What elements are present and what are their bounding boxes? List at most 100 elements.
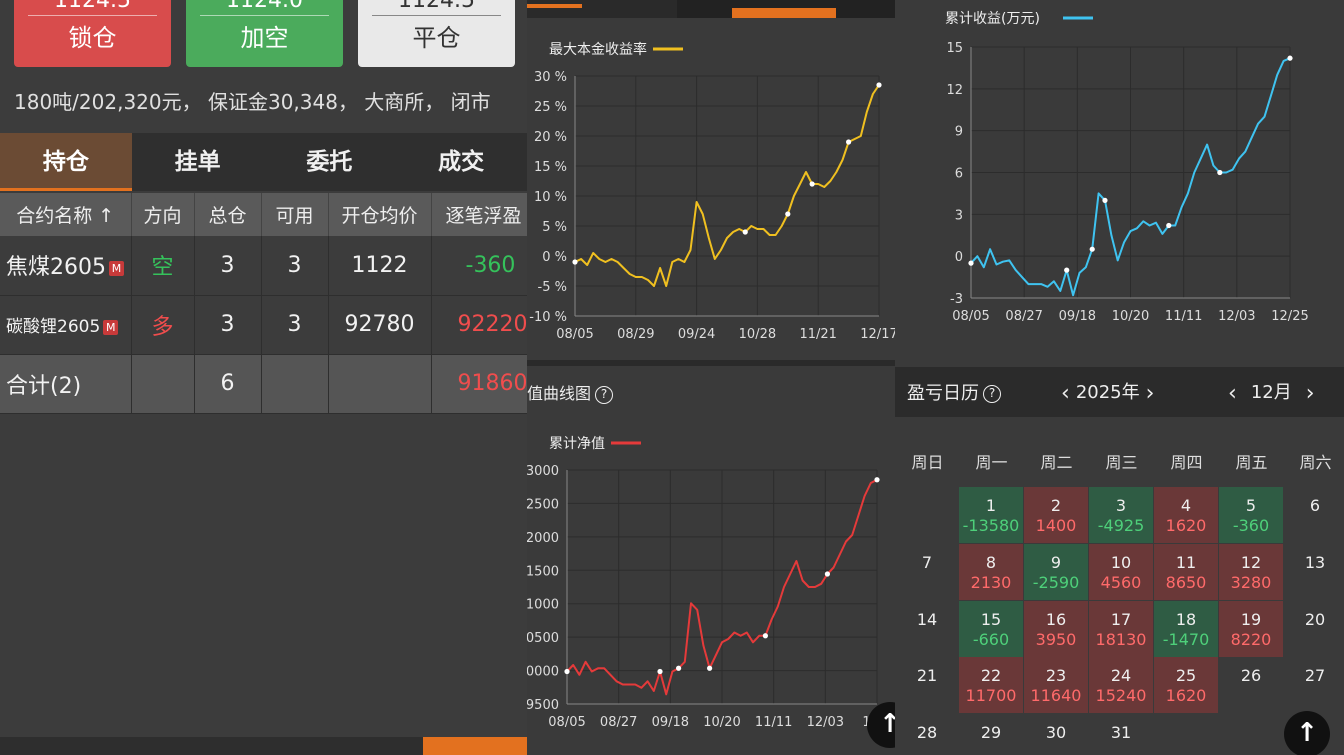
x-tick-label: 08/27 bbox=[1005, 309, 1042, 324]
tab-positions[interactable]: 持仓 bbox=[0, 133, 132, 191]
tab-trades[interactable]: 成交 bbox=[395, 133, 527, 191]
data-point-marker bbox=[1089, 246, 1095, 252]
calendar-day-cell[interactable]: 16 3950 bbox=[1024, 601, 1088, 657]
calendar-day-pnl: -1470 bbox=[1162, 630, 1210, 649]
net-value-chart: 累计净值 3000 2500 2000 1500 1000 0500 0000 9500 08/0… bbox=[527, 436, 892, 730]
x-tick-label: 09/18 bbox=[652, 715, 689, 730]
chart-legend-label: 累计净值 bbox=[549, 436, 605, 452]
data-point-marker bbox=[1217, 169, 1223, 176]
top-tab-indicator bbox=[527, 4, 582, 8]
data-point-marker bbox=[785, 211, 791, 217]
tab-pending[interactable]: 挂单 bbox=[132, 133, 264, 191]
calendar-day-number: 29 bbox=[980, 723, 1002, 742]
calendar-day-cell[interactable]: 21 bbox=[895, 657, 959, 713]
calendar-day-number: 21 bbox=[916, 666, 938, 685]
calendar-day-cell[interactable]: 13 bbox=[1283, 544, 1344, 600]
y-tick-label: 3 bbox=[955, 208, 963, 223]
data-point-marker bbox=[1064, 267, 1070, 273]
calendar-day-cell[interactable]: 28 bbox=[895, 714, 959, 755]
total-dir-empty bbox=[131, 354, 195, 414]
y-tick-label: 3000 bbox=[527, 464, 559, 479]
calendar-day-pnl: -360 bbox=[1232, 516, 1270, 535]
y-tick-label: 0 % bbox=[542, 250, 567, 265]
pnl-cell: -360 bbox=[431, 236, 527, 296]
calendar-title: 盈亏日历? bbox=[907, 379, 1001, 405]
calendar-day-pnl: 4560 bbox=[1100, 573, 1142, 592]
calendar-day-cell[interactable]: 9 -2590 bbox=[1024, 544, 1088, 600]
calendar-day-cell[interactable]: 15 -660 bbox=[959, 601, 1023, 657]
col-contract-name[interactable]: 合约名称 ↑ bbox=[0, 193, 132, 236]
calendar-day-cell[interactable]: 14 bbox=[895, 601, 959, 657]
y-tick-label: 10 % bbox=[534, 190, 567, 205]
help-icon[interactable]: ? bbox=[983, 385, 1001, 403]
month-label: 12月 bbox=[1250, 382, 1292, 403]
lock-position-button[interactable]: 1124.5 锁仓 bbox=[14, 0, 171, 67]
scroll-top-button[interactable]: ↑ bbox=[1284, 711, 1330, 755]
data-point-marker bbox=[824, 571, 830, 577]
add-short-button[interactable]: 1124.0 加空 bbox=[186, 0, 343, 67]
total-cell: 3 bbox=[194, 236, 262, 296]
calendar-day-cell[interactable]: 26 bbox=[1219, 657, 1283, 713]
calendar-day-number: 7 bbox=[921, 553, 933, 572]
weekday-wed: 周三 bbox=[1105, 453, 1138, 472]
pnl-cell: 92220 bbox=[431, 295, 527, 355]
next-month-icon[interactable]: › bbox=[1300, 383, 1321, 405]
calendar-day-cell[interactable]: 29 bbox=[959, 714, 1023, 755]
calendar-day-cell[interactable]: 27 bbox=[1283, 657, 1344, 713]
calendar-day-cell[interactable]: 10 4560 bbox=[1089, 544, 1153, 600]
help-icon[interactable]: ? bbox=[595, 385, 614, 404]
y-tick-label: -5 % bbox=[538, 280, 567, 295]
prev-month-icon[interactable]: ‹ bbox=[1222, 383, 1243, 405]
calendar-day-cell[interactable]: 12 3280 bbox=[1219, 544, 1283, 600]
calendar-day-cell[interactable]: 30 bbox=[1024, 714, 1088, 755]
x-tick-label: 12/17 bbox=[860, 327, 895, 342]
top-segment-selected[interactable] bbox=[732, 8, 836, 18]
calendar-day-cell[interactable]: 11 8650 bbox=[1154, 544, 1218, 600]
weekday-sun: 周日 bbox=[911, 453, 944, 472]
prev-year-icon[interactable]: ‹ bbox=[1055, 383, 1076, 405]
x-tick-label: 10/20 bbox=[703, 715, 740, 730]
col-float-pnl: 逐笔浮盈 bbox=[431, 193, 527, 236]
y-tick-label: 5 % bbox=[542, 220, 567, 235]
calendar-day-cell[interactable]: 22 11700 bbox=[959, 657, 1023, 713]
weekday-sat: 周六 bbox=[1299, 453, 1332, 472]
calendar-day-cell[interactable]: 23 11640 bbox=[1024, 657, 1088, 713]
calendar-day-cell[interactable]: 2 1400 bbox=[1024, 487, 1088, 543]
bottom-action-button[interactable] bbox=[423, 737, 527, 755]
short-price: 1124.0 bbox=[200, 0, 329, 16]
tab-orders[interactable]: 委托 bbox=[264, 133, 396, 191]
short-label: 加空 bbox=[240, 24, 289, 52]
calendar-day-cell[interactable]: 1 -13580 bbox=[959, 487, 1023, 543]
table-row[interactable]: 焦煤2605 M 空 3 3 1122 -360 bbox=[0, 236, 527, 296]
main-contract-badge: M bbox=[109, 260, 124, 276]
y-tick-label: 12 bbox=[946, 83, 963, 98]
calendar-day-cell[interactable]: 25 1620 bbox=[1154, 657, 1218, 713]
calendar-day-cell[interactable]: 24 15240 bbox=[1089, 657, 1153, 713]
close-position-button[interactable]: 1124.5 平仓 bbox=[358, 0, 515, 67]
calendar-day-pnl: 3950 bbox=[1035, 630, 1077, 649]
calendar-day-cell[interactable]: 6 bbox=[1283, 487, 1344, 543]
x-tick-label: 11/21 bbox=[799, 327, 836, 342]
y-tick-label: 1500 bbox=[527, 564, 559, 579]
data-point-marker bbox=[1166, 222, 1172, 229]
table-row[interactable]: 碳酸锂2605 M 多 3 3 92780 92220 bbox=[0, 295, 527, 355]
calendar-day-cell[interactable]: 20 bbox=[1283, 601, 1344, 657]
calendar-day-cell[interactable]: 5 -360 bbox=[1219, 487, 1283, 543]
calendar-day-cell[interactable]: 7 bbox=[895, 544, 959, 600]
y-tick-label: 1000 bbox=[527, 598, 559, 613]
chart-legend-label: 累计收益(万元) bbox=[945, 11, 1040, 27]
calendar-day-cell[interactable]: 17 18130 bbox=[1089, 601, 1153, 657]
table-header-row: 合约名称 ↑ 方向 总仓 可用 开仓均价 逐笔浮盈 bbox=[0, 193, 527, 236]
calendar-day-number: 30 bbox=[1045, 723, 1067, 742]
next-year-icon[interactable]: › bbox=[1140, 383, 1161, 405]
weekday-fri: 周五 bbox=[1235, 453, 1268, 472]
contract-name-cell: 碳酸锂2605 M bbox=[0, 295, 132, 355]
calendar-day-cell[interactable]: 4 1620 bbox=[1154, 487, 1218, 543]
calendar-day-cell[interactable]: 31 bbox=[1089, 714, 1153, 755]
calendar-day-number: 12 bbox=[1240, 553, 1262, 572]
calendar-day-cell[interactable]: 8 2130 bbox=[959, 544, 1023, 600]
calendar-day-cell[interactable]: 19 8220 bbox=[1219, 601, 1283, 657]
calendar-day-cell[interactable]: 18 -1470 bbox=[1154, 601, 1218, 657]
calendar-day-cell[interactable]: 3 -4925 bbox=[1089, 487, 1153, 543]
left-panel: 1124.5 锁仓 1124.0 加空 1124.5 平仓 180吨/202,3… bbox=[0, 0, 527, 755]
